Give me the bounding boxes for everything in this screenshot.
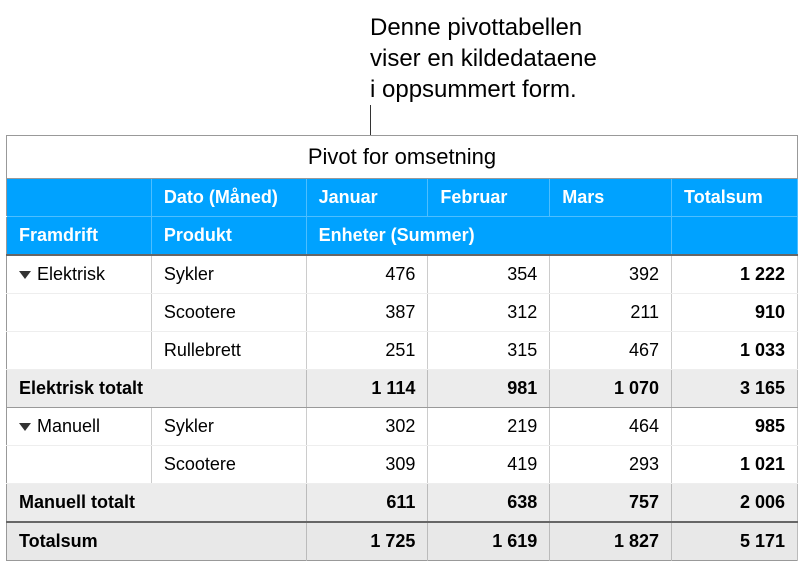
grandtotal-row: Totalsum 1 725 1 619 1 827 5 171 bbox=[7, 522, 798, 561]
cell-total[interactable]: 1 222 bbox=[672, 255, 798, 294]
annotation-pointer bbox=[370, 105, 371, 135]
header-empty bbox=[7, 179, 152, 217]
table-row: Scootere 309 419 293 1 021 bbox=[7, 446, 798, 484]
subtotal-januar: 1 114 bbox=[306, 370, 428, 408]
grandtotal-label: Totalsum bbox=[7, 522, 307, 561]
cell-total[interactable]: 1 033 bbox=[672, 332, 798, 370]
header-januar[interactable]: Januar bbox=[306, 179, 428, 217]
cell-mars[interactable]: 464 bbox=[550, 408, 672, 446]
cell-produkt[interactable]: Rullebrett bbox=[151, 332, 306, 370]
cell-mars[interactable]: 467 bbox=[550, 332, 672, 370]
cell-total[interactable]: 985 bbox=[672, 408, 798, 446]
chevron-down-icon bbox=[19, 271, 31, 279]
annotation-text: Denne pivottabellen viser en kildedataen… bbox=[370, 12, 597, 106]
cell-januar[interactable]: 302 bbox=[306, 408, 428, 446]
subtotal-januar: 611 bbox=[306, 484, 428, 523]
annotation-line: Denne pivottabellen bbox=[370, 12, 597, 43]
subtotal-total: 2 006 bbox=[672, 484, 798, 523]
table-row: Rullebrett 251 315 467 1 033 bbox=[7, 332, 798, 370]
table-row: Elektrisk Sykler 476 354 392 1 222 bbox=[7, 255, 798, 294]
cell-januar[interactable]: 387 bbox=[306, 294, 428, 332]
cell-produkt[interactable]: Scootere bbox=[151, 446, 306, 484]
group-toggle-manuell[interactable]: Manuell bbox=[7, 408, 152, 446]
subtotal-mars: 1 070 bbox=[550, 370, 672, 408]
header-mars[interactable]: Mars bbox=[550, 179, 672, 217]
header-dato[interactable]: Dato (Måned) bbox=[151, 179, 306, 217]
cell-produkt[interactable]: Sykler bbox=[151, 255, 306, 294]
cell-empty bbox=[7, 294, 152, 332]
cell-januar[interactable]: 476 bbox=[306, 255, 428, 294]
subtotal-mars: 757 bbox=[550, 484, 672, 523]
header-row-2: Framdrift Produkt Enheter (Summer) bbox=[7, 217, 798, 256]
group-name: Elektrisk bbox=[37, 264, 105, 284]
cell-empty bbox=[7, 446, 152, 484]
header-totalsum[interactable]: Totalsum bbox=[672, 179, 798, 217]
table-title: Pivot for omsetning bbox=[7, 136, 798, 179]
cell-produkt[interactable]: Scootere bbox=[151, 294, 306, 332]
subtotal-februar: 638 bbox=[428, 484, 550, 523]
cell-januar[interactable]: 309 bbox=[306, 446, 428, 484]
group-toggle-elektrisk[interactable]: Elektrisk bbox=[7, 255, 152, 294]
table-row: Scootere 387 312 211 910 bbox=[7, 294, 798, 332]
subtotal-label: Manuell totalt bbox=[7, 484, 307, 523]
cell-februar[interactable]: 354 bbox=[428, 255, 550, 294]
grandtotal-total: 5 171 bbox=[672, 522, 798, 561]
cell-februar[interactable]: 315 bbox=[428, 332, 550, 370]
group-name: Manuell bbox=[37, 416, 100, 436]
header-framdrift[interactable]: Framdrift bbox=[7, 217, 152, 256]
cell-mars[interactable]: 211 bbox=[550, 294, 672, 332]
cell-mars[interactable]: 293 bbox=[550, 446, 672, 484]
subtotal-total: 3 165 bbox=[672, 370, 798, 408]
cell-februar[interactable]: 312 bbox=[428, 294, 550, 332]
subtotal-februar: 981 bbox=[428, 370, 550, 408]
cell-produkt[interactable]: Sykler bbox=[151, 408, 306, 446]
grandtotal-februar: 1 619 bbox=[428, 522, 550, 561]
chevron-down-icon bbox=[19, 423, 31, 431]
annotation-line: i oppsummert form. bbox=[370, 74, 597, 105]
pivot-table: Pivot for omsetning Dato (Måned) Januar … bbox=[6, 135, 798, 561]
header-enheter[interactable]: Enheter (Summer) bbox=[306, 217, 671, 256]
cell-empty bbox=[7, 332, 152, 370]
cell-januar[interactable]: 251 bbox=[306, 332, 428, 370]
cell-total[interactable]: 1 021 bbox=[672, 446, 798, 484]
grandtotal-mars: 1 827 bbox=[550, 522, 672, 561]
subtotal-row-manuell: Manuell totalt 611 638 757 2 006 bbox=[7, 484, 798, 523]
subtotal-row-elektrisk: Elektrisk totalt 1 114 981 1 070 3 165 bbox=[7, 370, 798, 408]
header-empty-2 bbox=[672, 217, 798, 256]
header-produkt[interactable]: Produkt bbox=[151, 217, 306, 256]
cell-februar[interactable]: 419 bbox=[428, 446, 550, 484]
cell-mars[interactable]: 392 bbox=[550, 255, 672, 294]
subtotal-label: Elektrisk totalt bbox=[7, 370, 307, 408]
header-februar[interactable]: Februar bbox=[428, 179, 550, 217]
cell-total[interactable]: 910 bbox=[672, 294, 798, 332]
grandtotal-januar: 1 725 bbox=[306, 522, 428, 561]
header-row-1: Dato (Måned) Januar Februar Mars Totalsu… bbox=[7, 179, 798, 217]
cell-februar[interactable]: 219 bbox=[428, 408, 550, 446]
table-row: Manuell Sykler 302 219 464 985 bbox=[7, 408, 798, 446]
annotation-line: viser en kildedataene bbox=[370, 43, 597, 74]
